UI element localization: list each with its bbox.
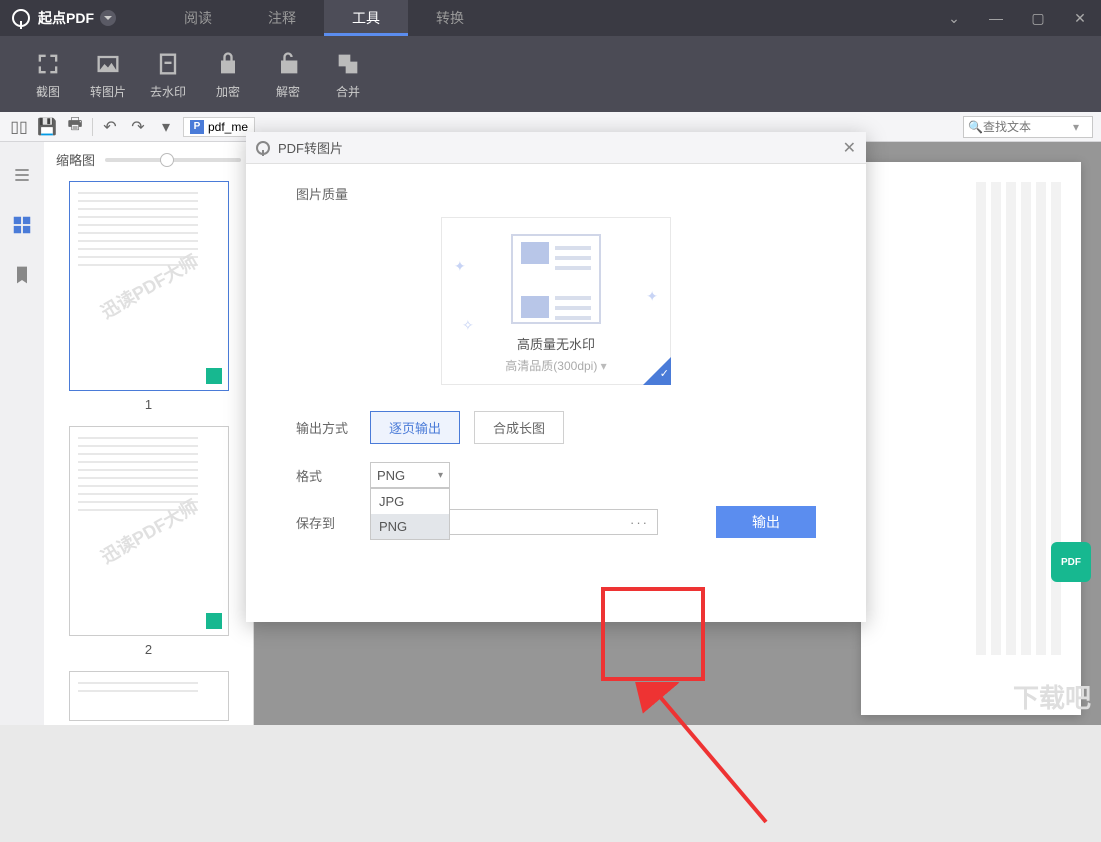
dialog-title: PDF转图片 xyxy=(278,138,343,157)
format-option-png[interactable]: PNG xyxy=(371,514,449,539)
quality-section-label: 图片质量 xyxy=(296,184,816,203)
window-controls: ⌄ — ▢ ✕ xyxy=(933,0,1101,36)
left-rail xyxy=(0,142,44,725)
format-dropdown-list: JPG PNG xyxy=(370,488,450,540)
thumbnail-page-2[interactable]: 迅读PDF大师 xyxy=(69,426,229,636)
page-preview xyxy=(861,162,1081,715)
app-logo-icon xyxy=(12,9,30,27)
title-bar: 起点PDF 阅读 注释 工具 转换 ⌄ — ▢ ✕ xyxy=(0,0,1101,36)
output-mode-label: 输出方式 xyxy=(296,418,356,437)
lock-icon xyxy=(213,49,243,79)
view-mode-icon[interactable]: ▯▯ xyxy=(8,116,30,138)
tool-to-image[interactable]: 转图片 xyxy=(78,49,138,100)
watermark-brand: 下载吧 xyxy=(1013,678,1091,715)
mode-per-page-button[interactable]: 逐页输出 xyxy=(370,411,460,444)
sparkle-icon: ✦ xyxy=(454,258,466,275)
merge-icon xyxy=(333,49,363,79)
sparkle-icon: ✧ xyxy=(462,317,474,334)
page-number-2: 2 xyxy=(56,642,241,657)
app-name: 起点PDF xyxy=(38,8,94,28)
thumbnail-title: 缩略图 xyxy=(56,150,95,169)
save-icon[interactable]: 💾 xyxy=(36,116,58,138)
selected-check-icon xyxy=(643,357,671,385)
quality-title: 高质量无水印 xyxy=(452,334,660,353)
pdf-badge-icon xyxy=(206,368,222,384)
undo-icon[interactable]: ↶ xyxy=(99,116,121,138)
to-image-icon xyxy=(93,49,123,79)
tab-annotate[interactable]: 注释 xyxy=(240,0,324,36)
save-to-label: 保存到 xyxy=(296,513,356,532)
minimize-button[interactable]: — xyxy=(975,0,1017,36)
pdf-badge-icon xyxy=(206,613,222,629)
sparkle-icon: ✦ xyxy=(646,288,658,305)
more-dropdown-icon[interactable]: ▾ xyxy=(155,116,177,138)
mode-long-image-button[interactable]: 合成长图 xyxy=(474,411,564,444)
close-button[interactable]: ✕ xyxy=(1059,0,1101,36)
tab-convert[interactable]: 转换 xyxy=(408,0,492,36)
maximize-button[interactable]: ▢ xyxy=(1017,0,1059,36)
tab-tools[interactable]: 工具 xyxy=(324,0,408,36)
rail-bookmark-icon[interactable] xyxy=(9,262,35,288)
pdf-to-image-dialog: PDF转图片 ✕ 图片质量 ✦ ✧ ✦ 高质量无水印 高清品质(300dpi) … xyxy=(246,132,866,622)
dialog-logo-icon xyxy=(256,141,270,155)
rail-outline-icon[interactable] xyxy=(9,162,35,188)
browse-button[interactable]: ··· xyxy=(630,515,649,530)
format-label: 格式 xyxy=(296,466,356,485)
pdf-file-icon: P xyxy=(190,120,204,134)
redo-icon[interactable]: ↷ xyxy=(127,116,149,138)
search-dropdown-icon[interactable]: ▾ xyxy=(1073,120,1079,134)
tool-encrypt[interactable]: 加密 xyxy=(198,49,258,100)
dialog-close-button[interactable]: ✕ xyxy=(843,138,856,158)
thumbnail-panel: 缩略图 迅读PDF大师 1 迅读PDF大师 2 xyxy=(44,142,254,725)
rail-thumbnails-icon[interactable] xyxy=(9,212,35,238)
tool-remove-watermark[interactable]: 去水印 xyxy=(138,49,198,100)
page-number-1: 1 xyxy=(56,397,241,412)
search-input[interactable]: 🔍 ▾ xyxy=(963,116,1093,138)
app-menu-dropdown[interactable] xyxy=(100,10,116,26)
unlock-icon xyxy=(273,49,303,79)
pdf-download-badge[interactable] xyxy=(1051,542,1091,582)
tool-screenshot[interactable]: 截图 xyxy=(18,49,78,100)
file-tab[interactable]: P pdf_me xyxy=(183,117,255,137)
format-combobox[interactable]: PNG xyxy=(370,462,450,488)
quality-card[interactable]: ✦ ✧ ✦ 高质量无水印 高清品质(300dpi) xyxy=(441,217,671,385)
format-option-jpg[interactable]: JPG xyxy=(371,489,449,514)
dialog-titlebar: PDF转图片 ✕ xyxy=(246,132,866,164)
quality-subtitle[interactable]: 高清品质(300dpi) xyxy=(452,357,660,374)
thumbnail-size-slider[interactable] xyxy=(105,158,241,162)
document-preview-icon xyxy=(511,234,601,324)
search-icon: 🔍 xyxy=(968,120,983,134)
thumbnail-page-1[interactable]: 迅读PDF大师 xyxy=(69,181,229,391)
tab-read[interactable]: 阅读 xyxy=(156,0,240,36)
pin-icon[interactable]: ⌄ xyxy=(933,0,975,36)
screenshot-icon xyxy=(33,49,63,79)
print-icon[interactable]: 🖶 xyxy=(64,116,86,138)
tool-merge[interactable]: 合并 xyxy=(318,49,378,100)
tools-toolbar: 截图 转图片 去水印 加密 解密 合并 xyxy=(0,36,1101,112)
remove-watermark-icon xyxy=(153,49,183,79)
export-button[interactable]: 输出 xyxy=(716,506,816,538)
tool-decrypt[interactable]: 解密 xyxy=(258,49,318,100)
top-tabs: 阅读 注释 工具 转换 xyxy=(156,0,492,36)
thumbnail-page-3[interactable] xyxy=(69,671,229,721)
